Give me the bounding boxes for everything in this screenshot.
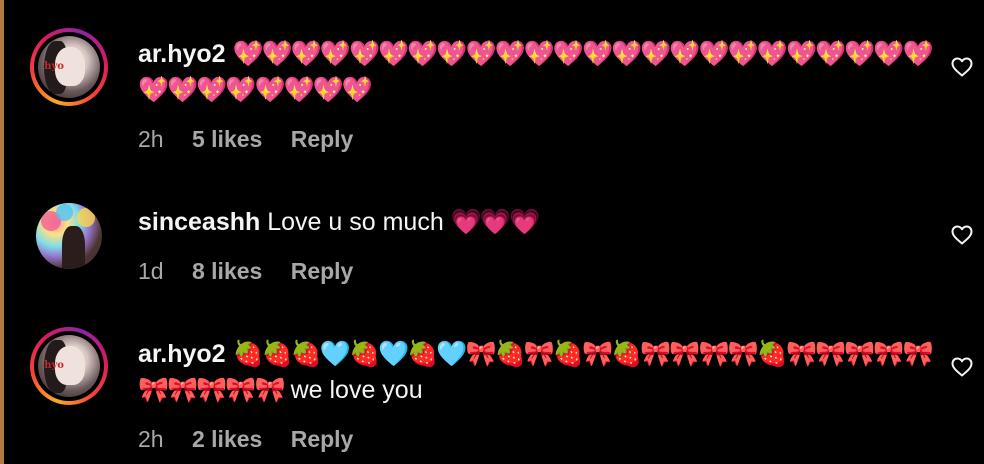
avatar-ring: hyo xyxy=(34,32,104,102)
comment-meta: 1d 8 likes Reply xyxy=(138,258,375,285)
avatar[interactable] xyxy=(36,203,102,269)
comment-username[interactable]: ar.hyo2 xyxy=(138,340,226,368)
window-edge xyxy=(0,0,4,464)
avatar-logo: hyo xyxy=(44,60,64,72)
comment-likes[interactable]: 8 likes xyxy=(192,258,262,284)
comment-time: 1d xyxy=(138,258,164,284)
reply-button[interactable]: Reply xyxy=(291,126,354,152)
reply-button[interactable]: Reply xyxy=(291,258,354,284)
comment-likes[interactable]: 5 likes xyxy=(192,126,262,152)
comment-meta: 2h 5 likes Reply xyxy=(138,126,375,153)
comment-text-line-2: 💖💖💖💖💖💖💖💖 xyxy=(138,74,373,106)
comment-time: 2h xyxy=(138,426,164,452)
avatar-logo: hyo xyxy=(44,359,64,371)
avatar-photo: hyo xyxy=(38,36,100,98)
comment-text-line: ar.hyo2 💖💖💖💖💖💖💖💖💖💖💖💖💖💖💖💖💖💖💖💖💖💖💖💖 xyxy=(138,38,934,70)
comment-username[interactable]: ar.hyo2 xyxy=(138,40,226,68)
avatar[interactable]: hyo xyxy=(30,327,108,405)
comment-emoji: 💖💖💖💖💖💖💖💖💖💖💖💖💖💖💖💖💖💖💖💖💖💖💖💖 xyxy=(232,39,934,68)
comment-text-line-2: 🎀🎀🎀🎀🎀 we love you xyxy=(138,374,423,406)
heart-outline-icon[interactable] xyxy=(950,223,974,247)
comment-emoji: 🍓🍓🍓🩵🍓🩵🍓🩵🎀🍓🎀🍓🎀🍓🎀🎀🎀🎀🍓🎀🎀🎀🎀🎀 xyxy=(232,339,934,368)
comment-time: 2h xyxy=(138,126,164,152)
comment-meta: 2h 2 likes Reply xyxy=(138,426,375,453)
comment-emoji: 💗💗💗 xyxy=(450,207,540,236)
comment-username[interactable]: sinceashh xyxy=(138,208,260,236)
avatar[interactable]: hyo xyxy=(30,28,108,106)
comment-likes[interactable]: 2 likes xyxy=(192,426,262,452)
reply-button[interactable]: Reply xyxy=(291,426,354,452)
comment-text: Love u so much xyxy=(267,208,444,236)
comment-emoji: 🎀🎀🎀🎀🎀 xyxy=(138,375,286,404)
comment-text-line: sinceashh Love u so much 💗💗💗 xyxy=(138,206,540,238)
avatar-ring: hyo xyxy=(34,331,104,401)
heart-outline-icon[interactable] xyxy=(950,55,974,79)
comment-text-line: ar.hyo2 🍓🍓🍓🩵🍓🩵🍓🩵🎀🍓🎀🍓🎀🍓🎀🎀🎀🎀🍓🎀🎀🎀🎀🎀 xyxy=(138,338,934,370)
comment-emoji: 💖💖💖💖💖💖💖💖 xyxy=(138,75,373,104)
heart-outline-icon[interactable] xyxy=(950,355,974,379)
avatar-photo: hyo xyxy=(38,335,100,397)
comment-text: we love you xyxy=(290,376,423,404)
